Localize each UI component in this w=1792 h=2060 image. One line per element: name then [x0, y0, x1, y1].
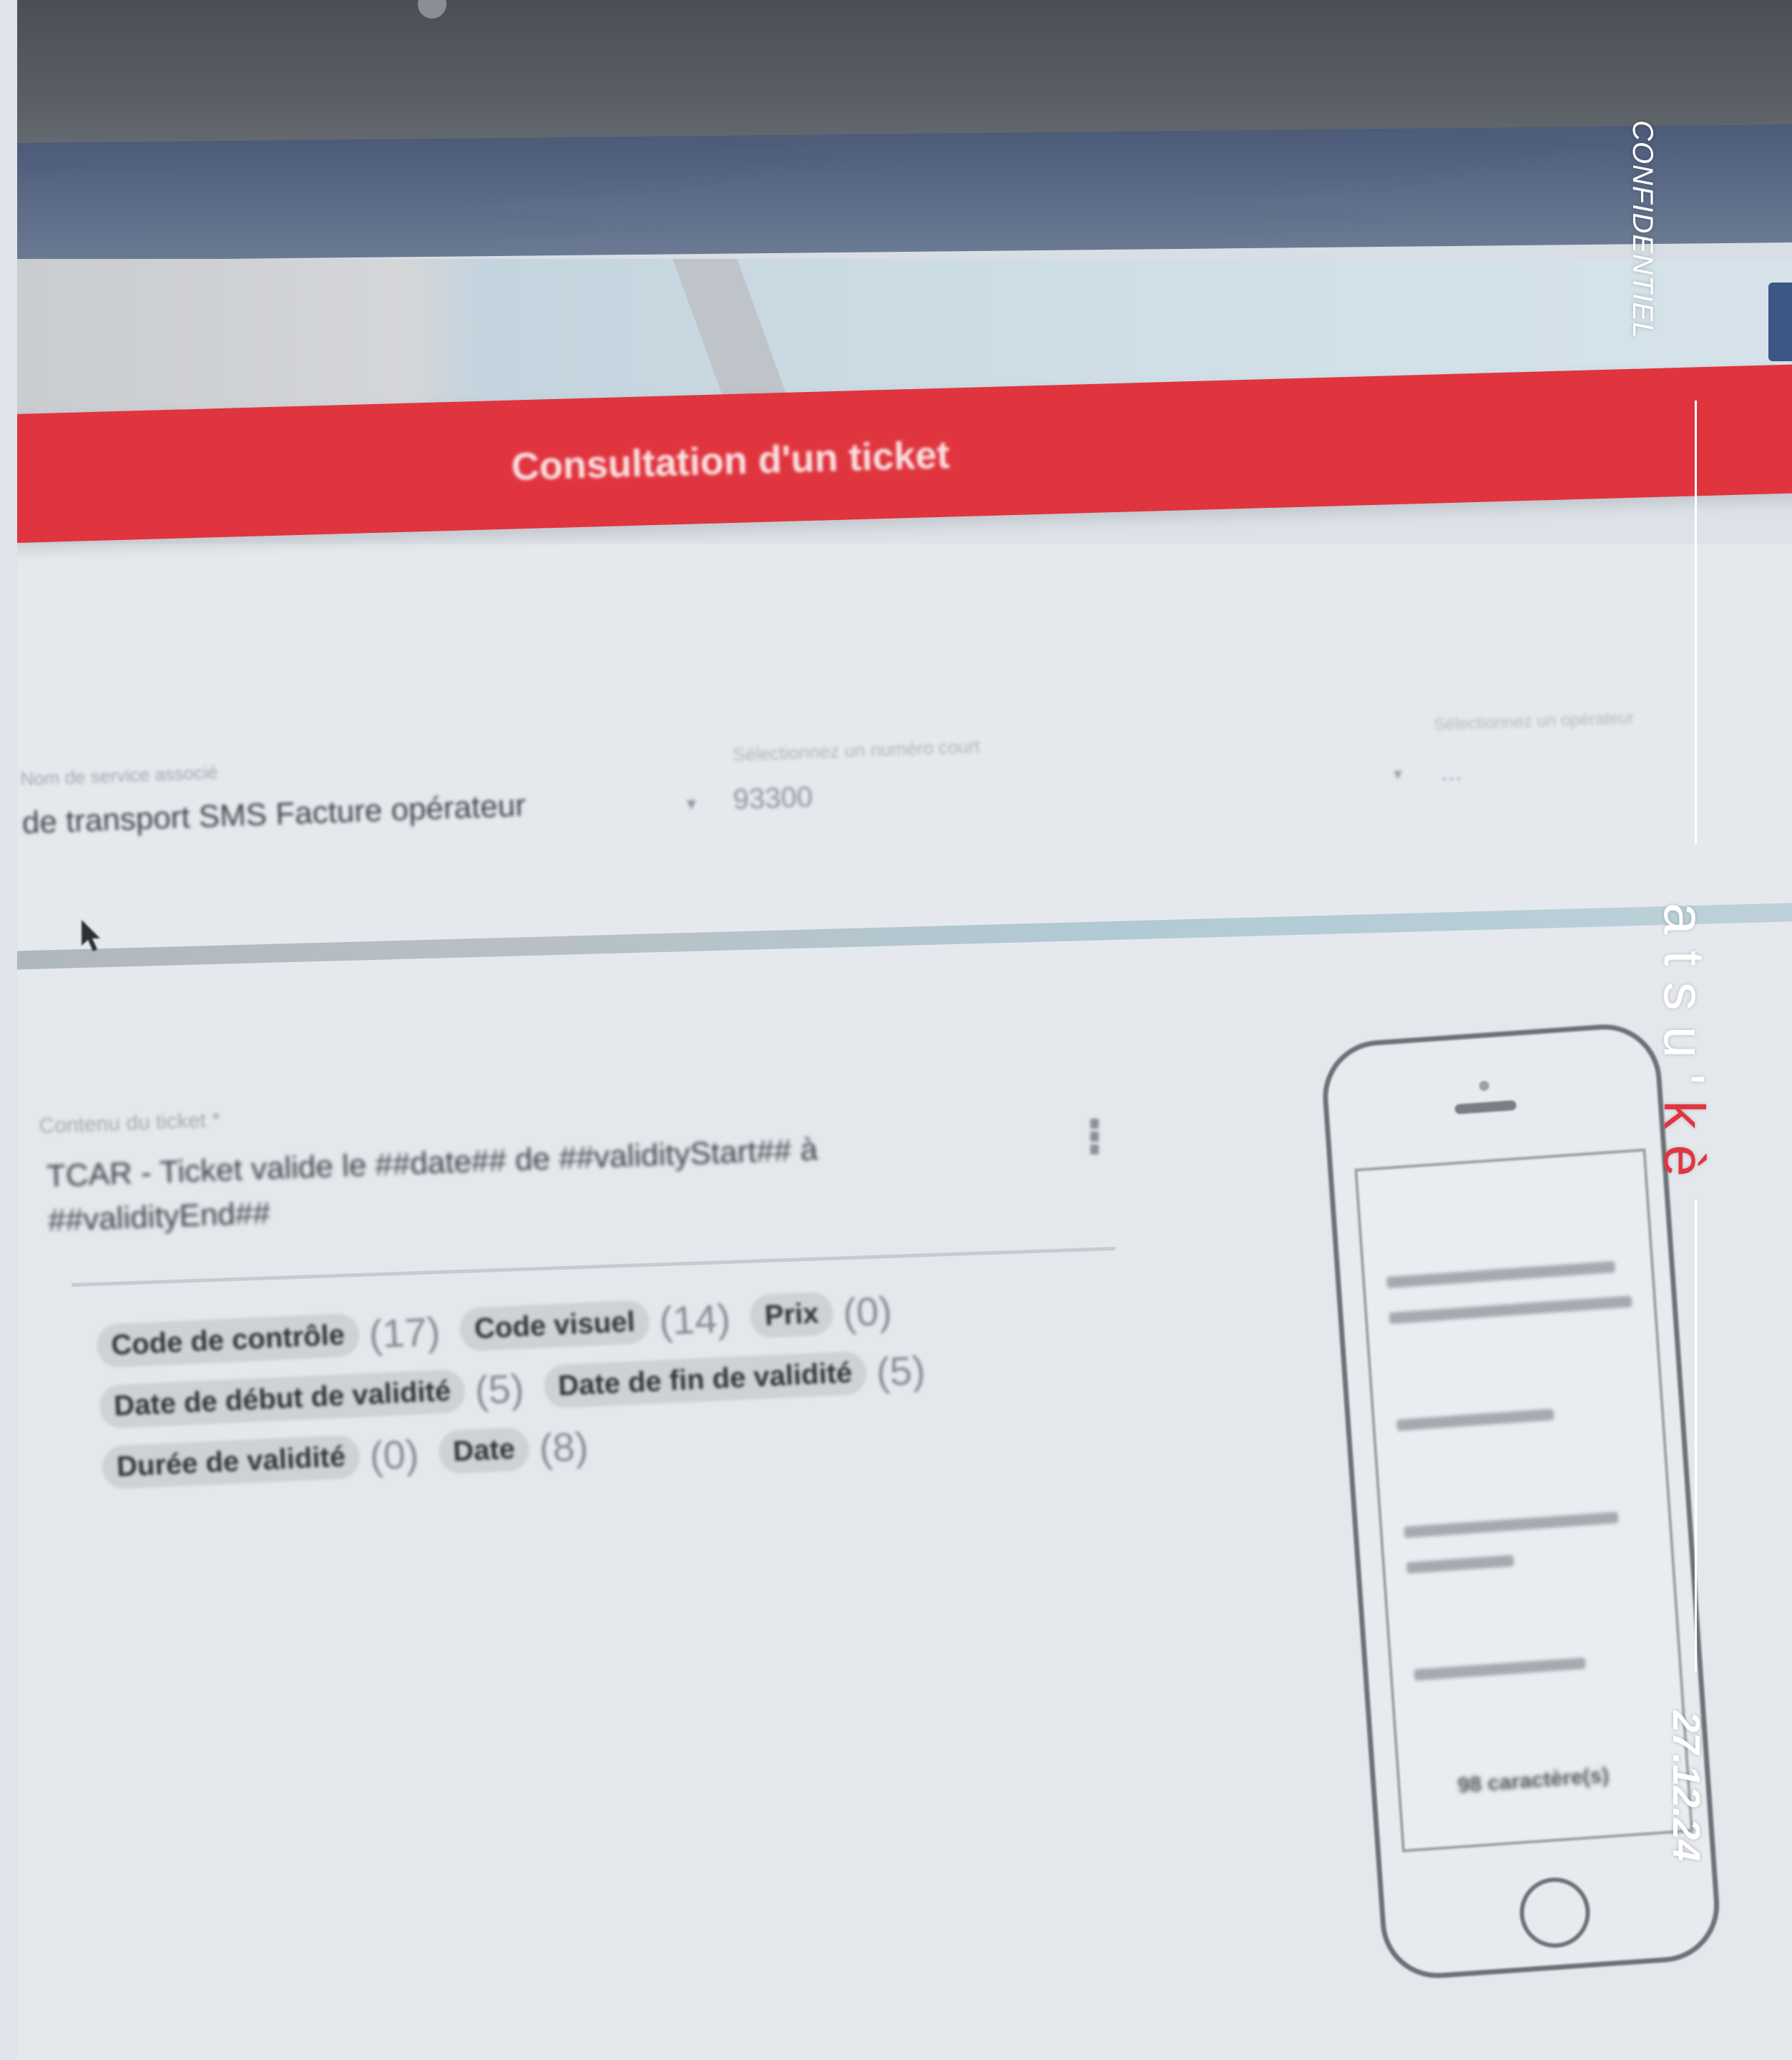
- chip-visual-code-count: (14): [658, 1295, 732, 1344]
- preview-text-line: [1386, 1260, 1616, 1289]
- chip-price[interactable]: Prix: [749, 1291, 834, 1339]
- mouse-cursor-icon: [80, 918, 102, 958]
- preview-text-line: [1414, 1657, 1586, 1681]
- short-number-select[interactable]: 93300: [733, 781, 813, 816]
- phone-home-button: [1517, 1875, 1592, 1951]
- logo-main-text: atsu': [1653, 903, 1716, 1101]
- operator-chevron-down-icon[interactable]: ▾: [1394, 764, 1402, 785]
- app-top-bar: [17, 124, 1792, 261]
- phone-camera: [1479, 1080, 1490, 1092]
- chip-validity-duration-count: (0): [368, 1431, 420, 1478]
- confidential-label: CONFIDENTIEL: [1627, 120, 1658, 339]
- preview-text-line: [1404, 1511, 1619, 1539]
- preview-text-line: [1389, 1295, 1632, 1325]
- brand-divider-line: [1695, 401, 1697, 844]
- chip-price-count: (0): [841, 1288, 893, 1335]
- edge-button[interactable]: [1768, 283, 1792, 361]
- chip-validity-end[interactable]: Date de fin de validité: [542, 1350, 868, 1409]
- chip-date-count: (8): [538, 1423, 589, 1471]
- character-count: 98 caractère(s): [1456, 1763, 1610, 1797]
- chip-visual-code[interactable]: Code visuel: [459, 1299, 650, 1352]
- service-chevron-down-icon[interactable]: ▾: [687, 793, 696, 815]
- preview-text-line: [1396, 1408, 1554, 1431]
- phone-speaker: [1454, 1099, 1517, 1114]
- brand-divider-line: [1695, 1200, 1697, 1672]
- phone-screen: 98 caractère(s): [1354, 1148, 1694, 1853]
- operator-select[interactable]: ...: [1441, 757, 1462, 787]
- chip-validity-start-count: (5): [474, 1365, 525, 1413]
- chip-validity-start[interactable]: Date de début de validité: [98, 1368, 466, 1429]
- chip-validity-duration[interactable]: Durée de validité: [101, 1434, 361, 1490]
- chip-date[interactable]: Date: [437, 1426, 531, 1475]
- document-date: 27.12.24: [1665, 1711, 1708, 1862]
- photographed-screen: Consultation d'un ticket Nom de service …: [17, 0, 1792, 2060]
- chip-control-code-count: (17): [368, 1308, 441, 1357]
- chip-control-code[interactable]: Code de contrôle: [96, 1313, 361, 1368]
- chip-validity-end-count: (5): [875, 1347, 926, 1395]
- more-options-icon[interactable]: [1090, 1116, 1099, 1157]
- preview-text-line: [1406, 1554, 1514, 1574]
- logo-accent-text: kè: [1653, 1100, 1716, 1192]
- brand-logo: atsu'kè: [1651, 903, 1717, 1192]
